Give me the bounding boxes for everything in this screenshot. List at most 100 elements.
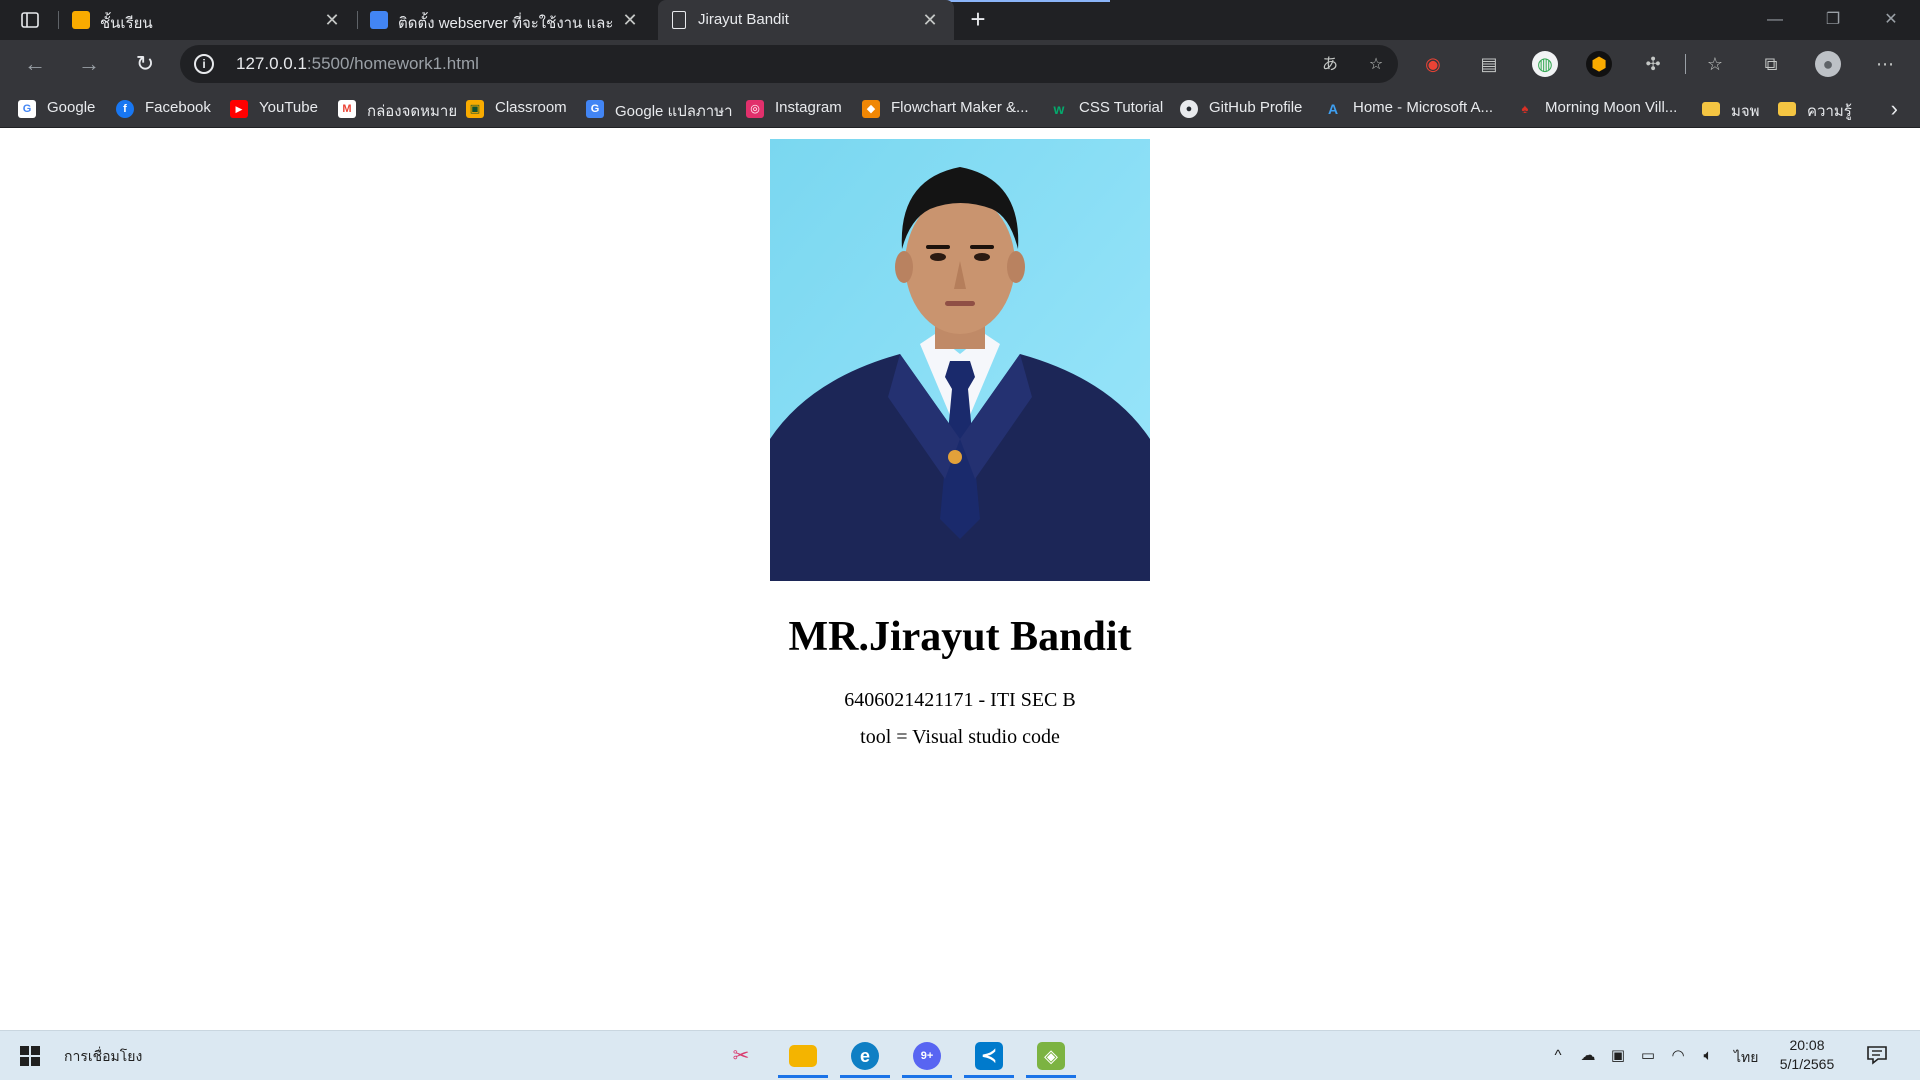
back-arrow-icon[interactable]: ← (20, 49, 50, 79)
page-icon (672, 11, 686, 29)
close-window-icon[interactable]: ✕ (1868, 8, 1914, 32)
site-info-icon[interactable]: i (194, 54, 214, 74)
bookmarks-bar: G Google f Facebook ▶ YouTube M กล่องจดห… (0, 88, 1920, 128)
onedrive-cloud-icon[interactable]: ☁ (1578, 1046, 1598, 1066)
taskbar-search-text[interactable]: การเชื่อมโยง (64, 1046, 142, 1068)
url-host: 127.0.0.1 (236, 54, 307, 73)
bookmark-label: Instagram (775, 99, 842, 116)
bookmark-label: Home - Microsoft A... (1353, 99, 1494, 116)
collections-icon[interactable]: ⧉ (1758, 51, 1784, 77)
bookmark-label: Facebook (145, 99, 211, 116)
url-text[interactable]: 127.0.0.1:5500/homework1.html (236, 54, 479, 74)
minimize-icon[interactable]: — (1752, 8, 1798, 32)
taskbar-app-snip-sketch[interactable]: ✂ (716, 1034, 766, 1078)
tool-line: tool = Visual studio code (860, 726, 1060, 748)
restore-icon[interactable]: ❐ (1810, 8, 1856, 32)
meet-now-icon[interactable]: ▣ (1608, 1046, 1628, 1066)
file-explorer-icon (789, 1045, 817, 1067)
windows-start-icon[interactable] (20, 1046, 40, 1066)
classroom-icon: ▣ (466, 100, 484, 118)
drawio-icon: ◆ (862, 100, 880, 118)
windows-taskbar: การเชื่อมโยง ✂ e 9+ ≺ ◈ ^ ☁ ▣ ▭ ◠ 🔈︎ ไทย… (0, 1030, 1920, 1080)
wifi-icon[interactable]: ◠ (1668, 1046, 1688, 1066)
running-indicator (1026, 1075, 1076, 1078)
translate-icon[interactable]: あ (1318, 53, 1342, 77)
gmail-icon: M (338, 100, 356, 118)
battery-icon[interactable]: ▭ (1638, 1046, 1658, 1066)
bookmark-label: Google แปลภาษา (615, 103, 733, 120)
reading-list-icon[interactable]: ▤ (1476, 51, 1502, 77)
profile-avatar-icon[interactable]: ● (1815, 51, 1841, 77)
input-language-indicator[interactable]: ไทย (1734, 1047, 1758, 1069)
google-icon: G (18, 100, 36, 118)
bookmark-label: Morning Moon Vill... (1545, 99, 1678, 116)
bluestacks-icon: ◈ (1037, 1042, 1065, 1070)
taskbar-app-discord[interactable]: 9+ (902, 1034, 952, 1078)
tab-separator (58, 11, 59, 29)
wallet-extension-icon[interactable]: ⬢ (1586, 51, 1612, 77)
taskbar-app-bluestacks[interactable]: ◈ (1026, 1034, 1076, 1078)
running-indicator (840, 1075, 890, 1078)
edge-icon: e (851, 1042, 879, 1070)
bookmark-label: Classroom (495, 99, 567, 116)
volume-icon[interactable]: 🔈︎ (1698, 1046, 1718, 1066)
address-bar[interactable]: i 127.0.0.1:5500/homework1.html あ ☆ (180, 45, 1398, 83)
bookmark-label: YouTube (259, 99, 318, 116)
tab-title: Jirayut Bandit (698, 11, 789, 28)
new-tab-button[interactable]: + (964, 6, 992, 34)
w3schools-icon: w (1053, 101, 1065, 117)
github-icon: ● (1180, 100, 1198, 118)
bookmark-label: CSS Tutorial (1079, 99, 1164, 116)
tab-title: ติดตั้ง webserver ที่จะใช้งาน และ edi (398, 15, 614, 32)
browser-toolbar: ← → ↻ i 127.0.0.1:5500/homework1.html あ … (0, 40, 1920, 88)
bookmark-label: มจพ (1731, 103, 1760, 120)
facebook-icon: f (116, 100, 134, 118)
extensions-puzzle-icon[interactable]: ✣ (1640, 51, 1666, 77)
close-tab-icon[interactable]: ✕ (322, 10, 342, 30)
taskbar-app-file-explorer[interactable] (778, 1034, 828, 1078)
instagram-icon: ◎ (746, 100, 764, 118)
profile-photo (770, 139, 1150, 581)
tab-jirayut-bandit[interactable]: Jirayut Bandit ✕ (658, 0, 954, 40)
running-indicator (902, 1075, 952, 1078)
more-menu-icon[interactable]: ⋯ (1872, 51, 1898, 77)
tab-actions-menu-icon[interactable] (14, 9, 46, 31)
vscode-icon: ≺ (975, 1042, 1003, 1070)
close-tab-icon[interactable]: ✕ (620, 10, 640, 30)
mushroom-icon: ♠ (1521, 101, 1529, 116)
snip-sketch-icon: ✂ (732, 1045, 750, 1067)
page-content: MR.Jirayut Bandit 6406021421171 - ITI SE… (0, 129, 1920, 1030)
folder-icon (1778, 102, 1796, 116)
bookmarks-overflow-chevron-icon[interactable]: › (1891, 96, 1898, 122)
bookmark-label: Google (47, 99, 96, 116)
url-path: :5500/homework1.html (306, 54, 479, 73)
favorites-icon[interactable]: ☆ (1702, 51, 1728, 77)
running-indicator (778, 1075, 828, 1078)
taskbar-clock[interactable]: 20:08 5/1/2565 (1766, 1036, 1848, 1074)
earth-extension-icon[interactable]: ◍ (1532, 51, 1558, 77)
taskbar-app-edge[interactable]: e (840, 1034, 890, 1078)
clock-date: 5/1/2565 (1779, 1056, 1835, 1072)
reload-icon[interactable]: ↻ (130, 49, 160, 79)
tab-webserver[interactable]: ติดตั้ง webserver ที่จะใช้งาน และ edi ✕ (358, 0, 654, 40)
bookmark-label: Flowchart Maker &... (891, 99, 1029, 116)
forward-arrow-icon[interactable]: → (74, 49, 104, 79)
taskbar-app-vscode[interactable]: ≺ (964, 1034, 1014, 1078)
bookmark-label: GitHub Profile (1209, 99, 1303, 116)
tab-title: ชั้นเรียน (100, 15, 153, 32)
toolbar-divider (1685, 54, 1686, 74)
clock-time: 20:08 (1789, 1037, 1825, 1053)
bookmark-label: กล่องจดหมาย (367, 103, 458, 120)
translate-icon: G (586, 100, 604, 118)
show-hidden-icons-chevron-icon[interactable]: ^ (1548, 1046, 1568, 1066)
running-indicator (964, 1075, 1014, 1078)
close-tab-icon[interactable]: ✕ (920, 10, 940, 30)
chrome-extension-icon[interactable]: ◉ (1420, 51, 1446, 77)
tab-classroom[interactable]: ชั้นเรียน ✕ (60, 0, 356, 40)
discord-icon: 9+ (913, 1042, 941, 1070)
folder-icon (1702, 102, 1720, 116)
page-heading: MR.Jirayut Bandit (788, 614, 1132, 660)
notifications-icon[interactable] (1866, 1045, 1888, 1065)
add-favorite-icon[interactable]: ☆ (1364, 53, 1388, 77)
youtube-icon: ▶ (230, 100, 248, 118)
